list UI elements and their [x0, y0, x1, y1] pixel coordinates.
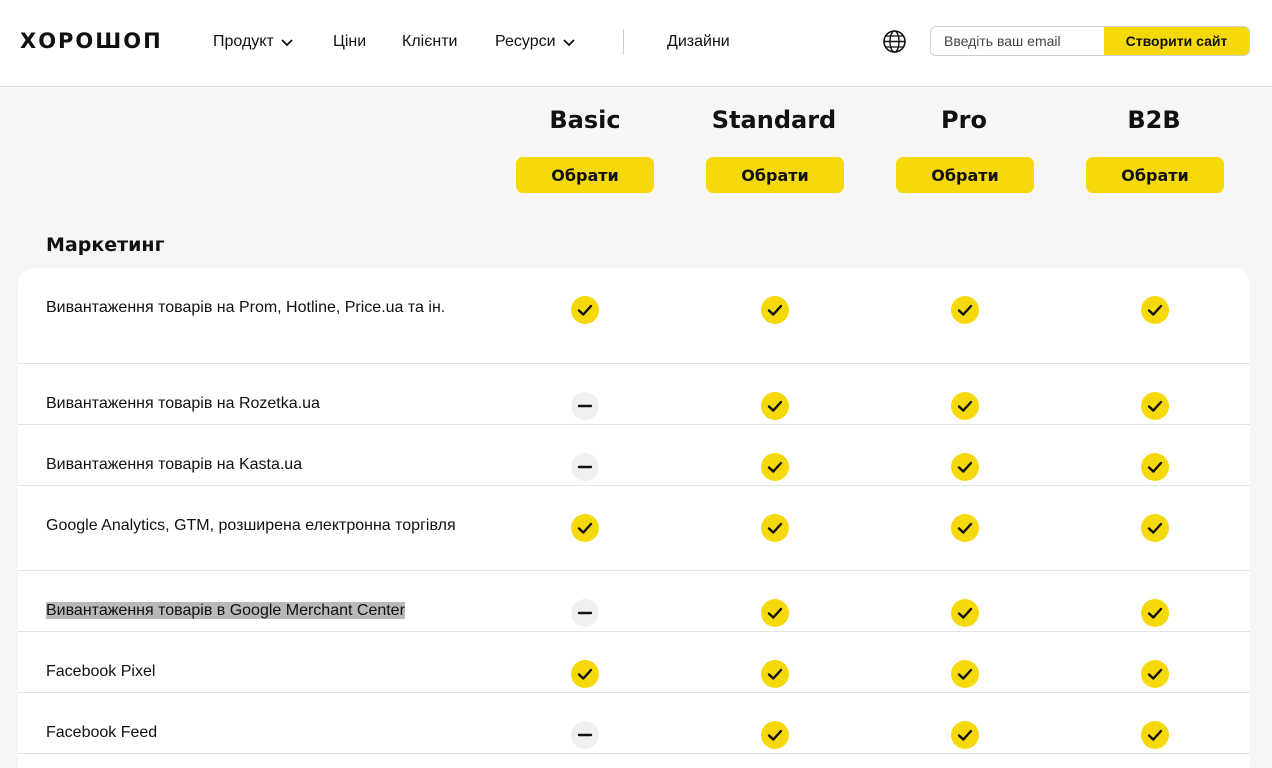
nav-item-label: Ціни [333, 33, 367, 50]
feature-text: Google Analytics, GTM, розширена електро… [46, 517, 456, 534]
chevron-down-icon [281, 39, 293, 47]
check-icon-pro [951, 599, 979, 627]
globe-icon[interactable] [882, 29, 907, 54]
check-icon-b2b [1141, 296, 1169, 324]
dash-icon-basic [571, 392, 599, 420]
table-row: Вивантаження товарів на Kasta.ua [18, 425, 1250, 486]
check-icon-standard [761, 514, 789, 542]
logo[interactable]: ХОРОШОП [20, 29, 163, 53]
nav-divider [623, 29, 624, 55]
check-icon-pro [951, 296, 979, 324]
dash-icon-basic [571, 599, 599, 627]
check-icon-pro [951, 721, 979, 749]
nav-item-clients[interactable]: Клієнти [402, 33, 457, 51]
nav-item-resources[interactable]: Ресурси [495, 33, 576, 51]
email-input[interactable] [931, 27, 1104, 55]
table-row: Facebook Pixel [18, 632, 1250, 693]
dash-icon-basic [571, 721, 599, 749]
check-icon-b2b [1141, 721, 1169, 749]
feature-label: Вивантаження товарів на Prom, Hotline, P… [46, 296, 456, 320]
check-icon-standard [761, 392, 789, 420]
check-icon-standard [761, 721, 789, 749]
check-icon-standard [761, 660, 789, 688]
feature-label: Вивантаження товарів на Kasta.ua [46, 453, 456, 477]
check-icon-pro [951, 660, 979, 688]
plan-name-pro: Pro [941, 106, 987, 134]
choose-standard-button[interactable]: Обрати [706, 157, 844, 193]
dash-icon-basic [571, 453, 599, 481]
feature-text: Вивантаження товарів на Prom, Hotline, P… [46, 299, 446, 316]
feature-label: Facebook Pixel [46, 660, 456, 684]
create-site-button[interactable]: Створити сайт [1104, 27, 1249, 55]
feature-label: Google Analytics, GTM, розширена електро… [46, 514, 456, 538]
check-icon-basic [571, 296, 599, 324]
table-row: Вивантаження товарів в Google Merchant C… [18, 571, 1250, 632]
nav-item-label: Дизайни [667, 33, 730, 50]
check-icon-b2b [1141, 514, 1169, 542]
check-icon-b2b [1141, 453, 1169, 481]
table-row: Facebook Feed [18, 693, 1250, 754]
check-icon-b2b [1141, 660, 1169, 688]
nav-item-product[interactable]: Продукт [213, 33, 294, 51]
email-signup: Створити сайт [930, 26, 1250, 56]
table-row: Вивантаження товарів на Rozetka.ua [18, 364, 1250, 425]
check-icon-pro [951, 392, 979, 420]
nav-item-label: Продукт [213, 33, 274, 50]
check-icon-b2b [1141, 392, 1169, 420]
check-icon-basic [571, 660, 599, 688]
check-icon-basic [571, 514, 599, 542]
chevron-down-icon [562, 39, 575, 47]
check-icon-standard [761, 453, 789, 481]
check-icon-pro [951, 453, 979, 481]
comparison-table: Вивантаження товарів на Prom, Hotline, P… [18, 268, 1250, 768]
check-icon-pro [951, 514, 979, 542]
table-row: Google Analytics, GTM, розширена електро… [18, 486, 1250, 571]
nav-item-prices[interactable]: Ціни [333, 33, 366, 51]
nav-item-label: Ресурси [495, 33, 556, 50]
feature-text: Вивантаження товарів на Kasta.ua [46, 456, 303, 473]
feature-label: Вивантаження товарів на Rozetka.ua [46, 392, 456, 416]
feature-label: Вивантаження товарів в Google Merchant C… [46, 599, 456, 623]
check-icon-standard [761, 296, 789, 324]
table-row: Вивантаження товарів на Prom, Hotline, P… [18, 268, 1250, 364]
choose-pro-button[interactable]: Обрати [896, 157, 1034, 193]
plan-name-b2b: B2B [1127, 106, 1181, 134]
feature-text: Facebook Feed [46, 724, 158, 741]
top-header: ХОРОШОП Продукт Ціни Клієнти Ресурси Диз… [0, 0, 1272, 87]
plan-name-standard: Standard [711, 106, 837, 134]
section-title: Маркетинг [46, 234, 165, 256]
choose-basic-button[interactable]: Обрати [516, 157, 654, 193]
choose-b2b-button[interactable]: Обрати [1086, 157, 1224, 193]
feature-label: Facebook Feed [46, 721, 456, 745]
feature-text: Вивантаження товарів в Google Merchant C… [46, 602, 405, 619]
feature-text: Facebook Pixel [46, 663, 156, 680]
plan-name-basic: Basic [549, 106, 621, 134]
nav-item-designs[interactable]: Дизайни [667, 33, 730, 51]
check-icon-standard [761, 599, 789, 627]
check-icon-b2b [1141, 599, 1169, 627]
feature-text: Вивантаження товарів на Rozetka.ua [46, 395, 320, 412]
nav-item-label: Клієнти [402, 33, 458, 50]
